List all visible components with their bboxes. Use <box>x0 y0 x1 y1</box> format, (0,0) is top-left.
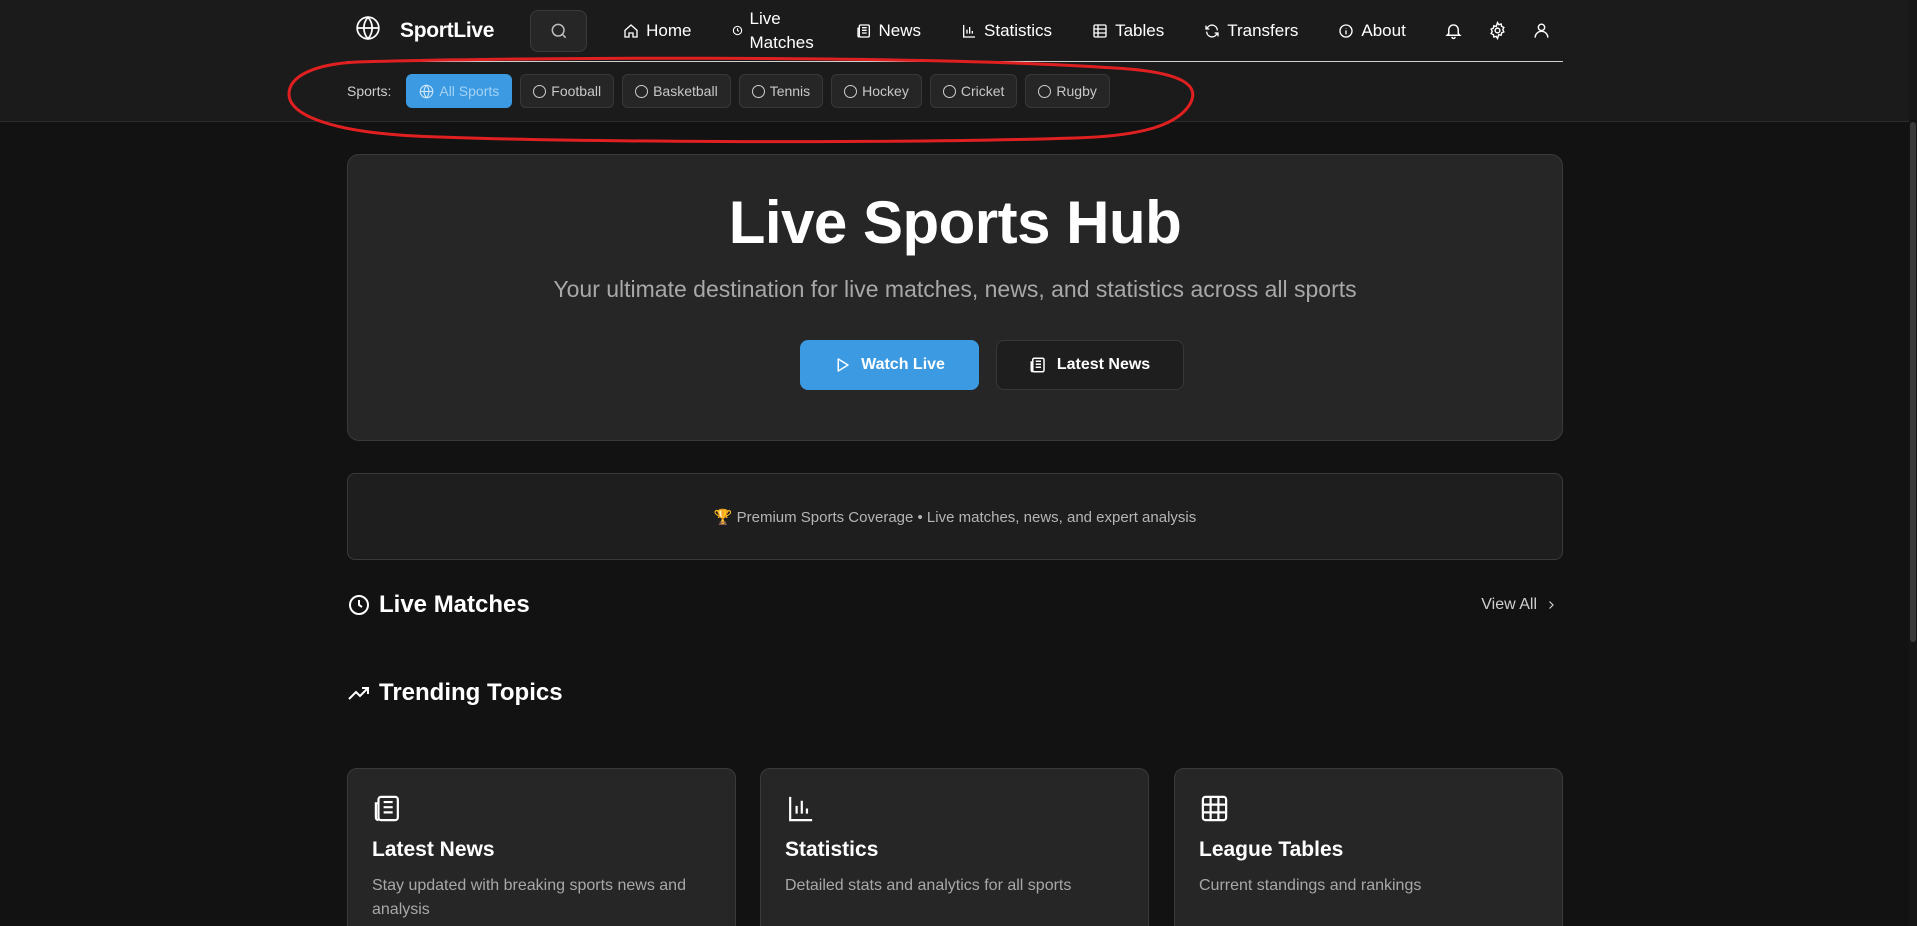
card-latest-news[interactable]: Latest News Stay updated with breaking s… <box>347 768 736 926</box>
scrollbar[interactable] <box>1909 0 1917 926</box>
nav-home-label: Home <box>646 20 692 40</box>
watch-live-label: Watch Live <box>861 356 945 373</box>
main-nav: SportLive Home Live Matches News Statist… <box>347 0 1563 62</box>
chip-tennis[interactable]: Tennis <box>738 74 824 108</box>
premium-banner: 🏆 Premium Sports Coverage • Live matches… <box>347 473 1563 560</box>
search-icon <box>549 21 569 41</box>
user-icon[interactable] <box>1532 21 1551 40</box>
nav-live-matches[interactable]: Live Matches <box>732 7 816 55</box>
card-statistics[interactable]: Statistics Detailed stats and analytics … <box>760 768 1149 926</box>
nav-news-label: News <box>878 20 922 40</box>
newspaper-icon <box>856 23 879 39</box>
nav-about[interactable]: About <box>1338 20 1406 41</box>
table-icon <box>1199 793 1538 824</box>
view-all-link[interactable]: View All <box>1481 596 1557 614</box>
bar-chart-icon <box>785 793 1124 824</box>
live-matches-title: Live Matches <box>379 591 530 618</box>
chip-all-sports[interactable]: All Sports <box>406 74 513 108</box>
play-icon <box>833 356 861 374</box>
circle-icon <box>751 84 765 98</box>
card-league-tables[interactable]: League Tables Current standings and rank… <box>1174 768 1563 926</box>
top-bar: SportLive Home Live Matches News Statist… <box>0 0 1917 122</box>
nav-transfers[interactable]: Transfers <box>1204 21 1298 41</box>
card-title: Statistics <box>785 838 879 861</box>
nav-news[interactable]: News <box>856 20 922 41</box>
search-button[interactable] <box>530 9 588 52</box>
clock-icon <box>347 593 371 617</box>
hero-section: Live Sports Hub Your ultimate destinatio… <box>347 154 1563 441</box>
card-description: Current standings and rankings <box>1199 877 1422 894</box>
premium-banner-text: 🏆 Premium Sports Coverage • Live matches… <box>713 508 1197 526</box>
trending-up-icon <box>347 681 371 705</box>
circle-icon <box>1038 84 1052 98</box>
circle-icon <box>635 84 649 98</box>
chip-basketball[interactable]: Basketball <box>622 74 731 108</box>
chip-label: All Sports <box>439 83 500 99</box>
info-icon <box>1338 23 1361 39</box>
newspaper-icon <box>372 793 711 824</box>
nav-links: Home Live Matches News Statistics Tables… <box>623 7 1406 55</box>
globe-icon <box>355 15 381 46</box>
watch-live-button[interactable]: Watch Live <box>799 340 979 390</box>
chip-label: Cricket <box>960 83 1005 99</box>
bar-chart-icon <box>961 23 984 39</box>
card-description: Detailed stats and analytics for all spo… <box>785 877 1072 894</box>
globe-icon <box>419 83 439 99</box>
scrollbar-thumb[interactable] <box>1910 122 1916 642</box>
card-title: League Tables <box>1199 838 1344 861</box>
newspaper-icon <box>1029 356 1057 374</box>
brand[interactable]: SportLive <box>355 15 494 46</box>
chevron-right-icon <box>1537 599 1557 611</box>
chip-football[interactable]: Football <box>520 74 615 108</box>
hero-subtitle: Your ultimate destination for live match… <box>553 276 1357 302</box>
nav-statistics[interactable]: Statistics <box>961 21 1052 41</box>
chip-label: Rugby <box>1056 83 1097 99</box>
nav-tables-label: Tables <box>1115 20 1165 40</box>
refresh-icon <box>1204 23 1227 39</box>
gear-icon[interactable] <box>1488 21 1507 40</box>
nav-statistics-label: Statistics <box>984 20 1053 40</box>
chip-label: Hockey <box>862 83 909 99</box>
card-title: Latest News <box>372 838 495 861</box>
nav-home[interactable]: Home <box>623 20 692 41</box>
table-icon <box>1092 23 1115 39</box>
nav-actions <box>1419 21 1551 40</box>
chip-label: Football <box>551 83 602 99</box>
nav-live-matches-label: Live Matches <box>749 8 814 52</box>
clock-icon <box>732 25 750 36</box>
hero-title: Live Sports Hub <box>728 189 1182 256</box>
chip-hockey[interactable]: Hockey <box>831 74 922 108</box>
trending-header: Trending Topics <box>347 679 1563 707</box>
latest-news-button[interactable]: Latest News <box>995 340 1184 390</box>
circle-icon <box>844 84 858 98</box>
nav-transfers-label: Transfers <box>1227 20 1299 40</box>
brand-name: SportLive <box>400 18 495 42</box>
hero-actions: Watch Live Latest News <box>348 340 1562 390</box>
circle-icon <box>942 84 956 98</box>
bell-icon[interactable] <box>1444 21 1463 40</box>
chip-label: Basketball <box>653 83 718 99</box>
nav-tables[interactable]: Tables <box>1092 21 1164 41</box>
nav-about-label: About <box>1361 20 1406 40</box>
home-icon <box>623 23 646 39</box>
chip-rugby[interactable]: Rugby <box>1025 74 1110 108</box>
view-all-label: View All <box>1481 596 1537 613</box>
sports-filter-label: Sports: <box>347 83 392 99</box>
sports-filter: Sports: All Sports Football Basketball T… <box>347 74 1118 108</box>
circle-icon <box>533 84 547 98</box>
chip-label: Tennis <box>769 83 811 99</box>
card-description: Stay updated with breaking sports news a… <box>372 877 686 918</box>
latest-news-label: Latest News <box>1056 356 1151 373</box>
chip-cricket[interactable]: Cricket <box>929 74 1018 108</box>
live-matches-header: Live Matches View All <box>347 591 1563 619</box>
trending-title: Trending Topics <box>379 679 563 706</box>
